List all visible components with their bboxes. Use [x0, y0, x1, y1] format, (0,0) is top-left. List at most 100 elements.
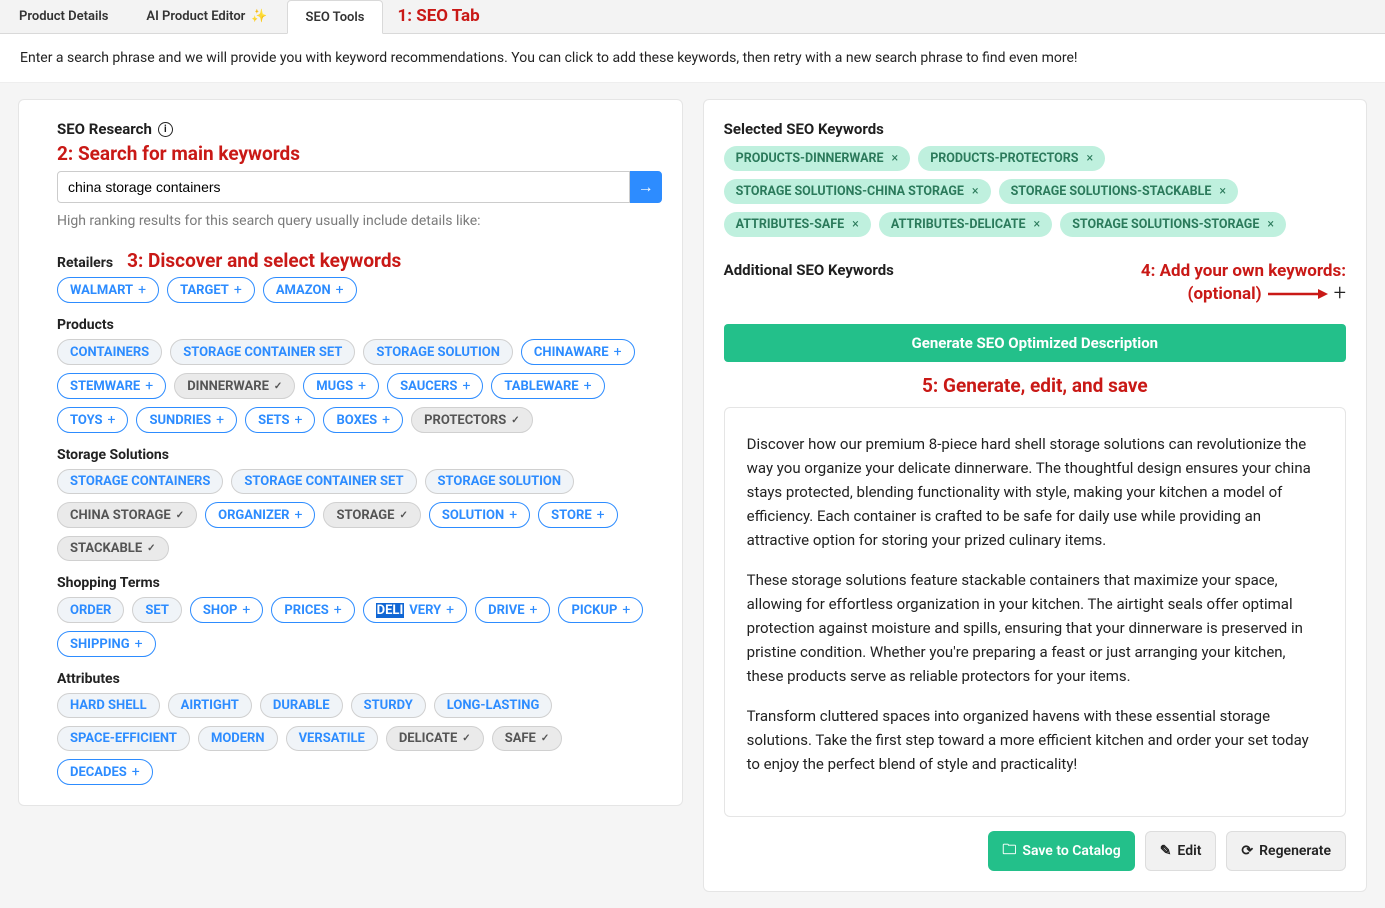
- selected-keyword-label: ATTRIBUTES-DELICATE: [891, 217, 1026, 232]
- regenerate-button[interactable]: ⟳ Regenerate: [1226, 831, 1346, 871]
- save-label: Save to Catalog: [1022, 843, 1120, 859]
- annotation-2: 2: Search for main keywords: [57, 142, 662, 165]
- keyword-pill[interactable]: BOXES +: [323, 407, 403, 433]
- folder-icon: 🗀: [1002, 839, 1016, 863]
- check-icon: ✓: [462, 733, 470, 744]
- selected-keyword-pill[interactable]: STORAGE SOLUTIONS-CHINA STORAGE ×: [724, 179, 991, 204]
- plus-icon: +: [358, 378, 366, 394]
- seo-research-heading-label: SEO Research: [57, 120, 152, 138]
- keyword-pill[interactable]: STORAGE ✓: [323, 502, 420, 528]
- keyword-pill[interactable]: STACKABLE ✓: [57, 536, 169, 561]
- keyword-pill[interactable]: SUNDRIES +: [136, 407, 237, 433]
- remove-icon[interactable]: ×: [852, 217, 859, 232]
- keyword-pill[interactable]: STORAGE SOLUTION: [425, 469, 575, 494]
- annotation-1: 1: SEO Tab: [383, 0, 493, 33]
- selected-keyword-pill[interactable]: PRODUCTS-PROTECTORS×: [918, 146, 1105, 171]
- keyword-pill[interactable]: ORDER: [57, 597, 124, 623]
- plus-icon: +: [446, 602, 454, 618]
- tab-ai-editor[interactable]: AI Product Editor ✨: [127, 0, 286, 33]
- remove-icon[interactable]: ×: [1219, 184, 1226, 199]
- selected-keyword-pill[interactable]: PRODUCTS-DINNERWARE×: [724, 146, 911, 171]
- keyword-pill[interactable]: WALMART +: [57, 277, 159, 303]
- plus-icon: +: [622, 602, 630, 618]
- keyword-pill[interactable]: PICKUP +: [558, 597, 643, 623]
- keyword-pill[interactable]: TABLEWARE +: [491, 373, 604, 399]
- keyword-pill[interactable]: CONTAINERS: [57, 339, 162, 365]
- search-input[interactable]: [57, 171, 630, 203]
- group-title: Products: [57, 317, 114, 333]
- keyword-pill[interactable]: TARGET +: [167, 277, 255, 303]
- keyword-pill[interactable]: PROTECTORS ✓: [411, 407, 533, 433]
- plus-icon: +: [108, 412, 116, 428]
- keyword-pill[interactable]: SHOP +: [190, 597, 263, 623]
- generate-button[interactable]: Generate SEO Optimized Description: [724, 324, 1346, 362]
- arrow-right-icon: →: [638, 177, 654, 197]
- keyword-pill[interactable]: SETS +: [245, 407, 315, 433]
- selected-keyword-pill[interactable]: ATTRIBUTES-DELICATE ×: [879, 212, 1052, 237]
- keyword-pill[interactable]: HARD SHELL: [57, 693, 160, 718]
- keyword-pill[interactable]: STORAGE CONTAINER SET: [231, 469, 416, 494]
- group-title: Attributes: [57, 671, 120, 687]
- selected-keyword-pill[interactable]: STORAGE SOLUTIONS-STORAGE ×: [1060, 212, 1286, 237]
- tab-seo-tools[interactable]: SEO Tools: [287, 0, 384, 34]
- keyword-pill[interactable]: LONG-LASTING: [434, 693, 553, 718]
- plus-icon: +: [462, 378, 470, 394]
- keyword-pill[interactable]: STURDY: [351, 693, 426, 718]
- selected-keyword-label: STORAGE SOLUTIONS-STORAGE: [1072, 217, 1259, 232]
- save-to-catalog-button[interactable]: 🗀 Save to Catalog: [988, 831, 1134, 871]
- keyword-pill[interactable]: DRIVE +: [475, 597, 550, 623]
- keyword-pill[interactable]: SPACE-EFFICIENT: [57, 726, 190, 751]
- keyword-pill[interactable]: DELICATE ✓: [386, 726, 484, 751]
- info-icon[interactable]: i: [158, 122, 173, 137]
- plus-icon: +: [382, 412, 390, 428]
- search-button[interactable]: →: [630, 171, 662, 203]
- keyword-pill[interactable]: ORGANIZER +: [205, 502, 315, 528]
- description-paragraph-2: These storage solutions feature stackabl…: [747, 568, 1323, 688]
- keyword-pill[interactable]: DURABLE: [260, 693, 343, 718]
- keyword-pill[interactable]: CHINAWARE +: [521, 339, 635, 365]
- keyword-pill[interactable]: DINNERWARE ✓: [174, 373, 295, 399]
- keyword-pill[interactable]: SET: [132, 597, 182, 623]
- remove-icon[interactable]: ×: [1086, 151, 1093, 166]
- check-icon: ✓: [176, 510, 184, 521]
- tabs-bar: Product Details AI Product Editor ✨ SEO …: [0, 0, 1385, 34]
- keyword-pill[interactable]: DECADES +: [57, 759, 153, 785]
- edit-icon: ✎: [1160, 843, 1172, 859]
- keyword-pill[interactable]: MODERN: [198, 726, 278, 751]
- keyword-pill[interactable]: STORAGE CONTAINERS: [57, 469, 223, 494]
- tab-product-details[interactable]: Product Details: [0, 0, 127, 33]
- plus-icon: +: [135, 636, 143, 652]
- keyword-pill[interactable]: STORAGE CONTAINER SET: [170, 339, 355, 365]
- remove-icon[interactable]: ×: [892, 151, 899, 166]
- plus-icon: +: [242, 602, 250, 618]
- group-title: Storage Solutions: [57, 447, 169, 463]
- remove-icon[interactable]: ×: [1267, 217, 1274, 232]
- edit-button[interactable]: ✎ Edit: [1145, 831, 1217, 871]
- keyword-pill[interactable]: TOYS +: [57, 407, 128, 433]
- keyword-pill[interactable]: MUGS +: [303, 373, 379, 399]
- selected-keyword-label: STORAGE SOLUTIONS-CHINA STORAGE: [736, 184, 964, 199]
- keyword-pill[interactable]: PRICES +: [271, 597, 354, 623]
- selected-keyword-pill[interactable]: ATTRIBUTES-SAFE×: [724, 212, 871, 237]
- keyword-pill[interactable]: STEMWARE +: [57, 373, 166, 399]
- keyword-pill[interactable]: SHIPPING +: [57, 631, 156, 657]
- add-keyword-button[interactable]: +: [1334, 281, 1346, 306]
- keyword-pill[interactable]: AMAZON +: [263, 277, 357, 303]
- selected-heading: Selected SEO Keywords: [724, 120, 1346, 138]
- remove-icon[interactable]: ×: [1034, 217, 1041, 232]
- arrow-icon: [1268, 287, 1328, 301]
- keyword-pill[interactable]: SOLUTION +: [429, 502, 530, 528]
- keyword-pill[interactable]: AIRTIGHT: [168, 693, 252, 718]
- keyword-pill[interactable]: STORE +: [538, 502, 617, 528]
- keyword-pill[interactable]: CHINA STORAGE ✓: [57, 502, 197, 528]
- group-title: Shopping Terms: [57, 575, 160, 591]
- keyword-pill[interactable]: STORAGE SOLUTION: [363, 339, 513, 365]
- remove-icon[interactable]: ×: [972, 184, 979, 199]
- keyword-pill[interactable]: DELIVERY +: [363, 597, 467, 623]
- keyword-pill[interactable]: SAFE ✓: [492, 726, 563, 751]
- keyword-pill[interactable]: SAUCERS +: [387, 373, 483, 399]
- keyword-pill[interactable]: VERSATILE: [286, 726, 378, 751]
- plus-icon: +: [334, 602, 342, 618]
- check-icon: ✓: [541, 733, 549, 744]
- selected-keyword-pill[interactable]: STORAGE SOLUTIONS-STACKABLE×: [999, 179, 1238, 204]
